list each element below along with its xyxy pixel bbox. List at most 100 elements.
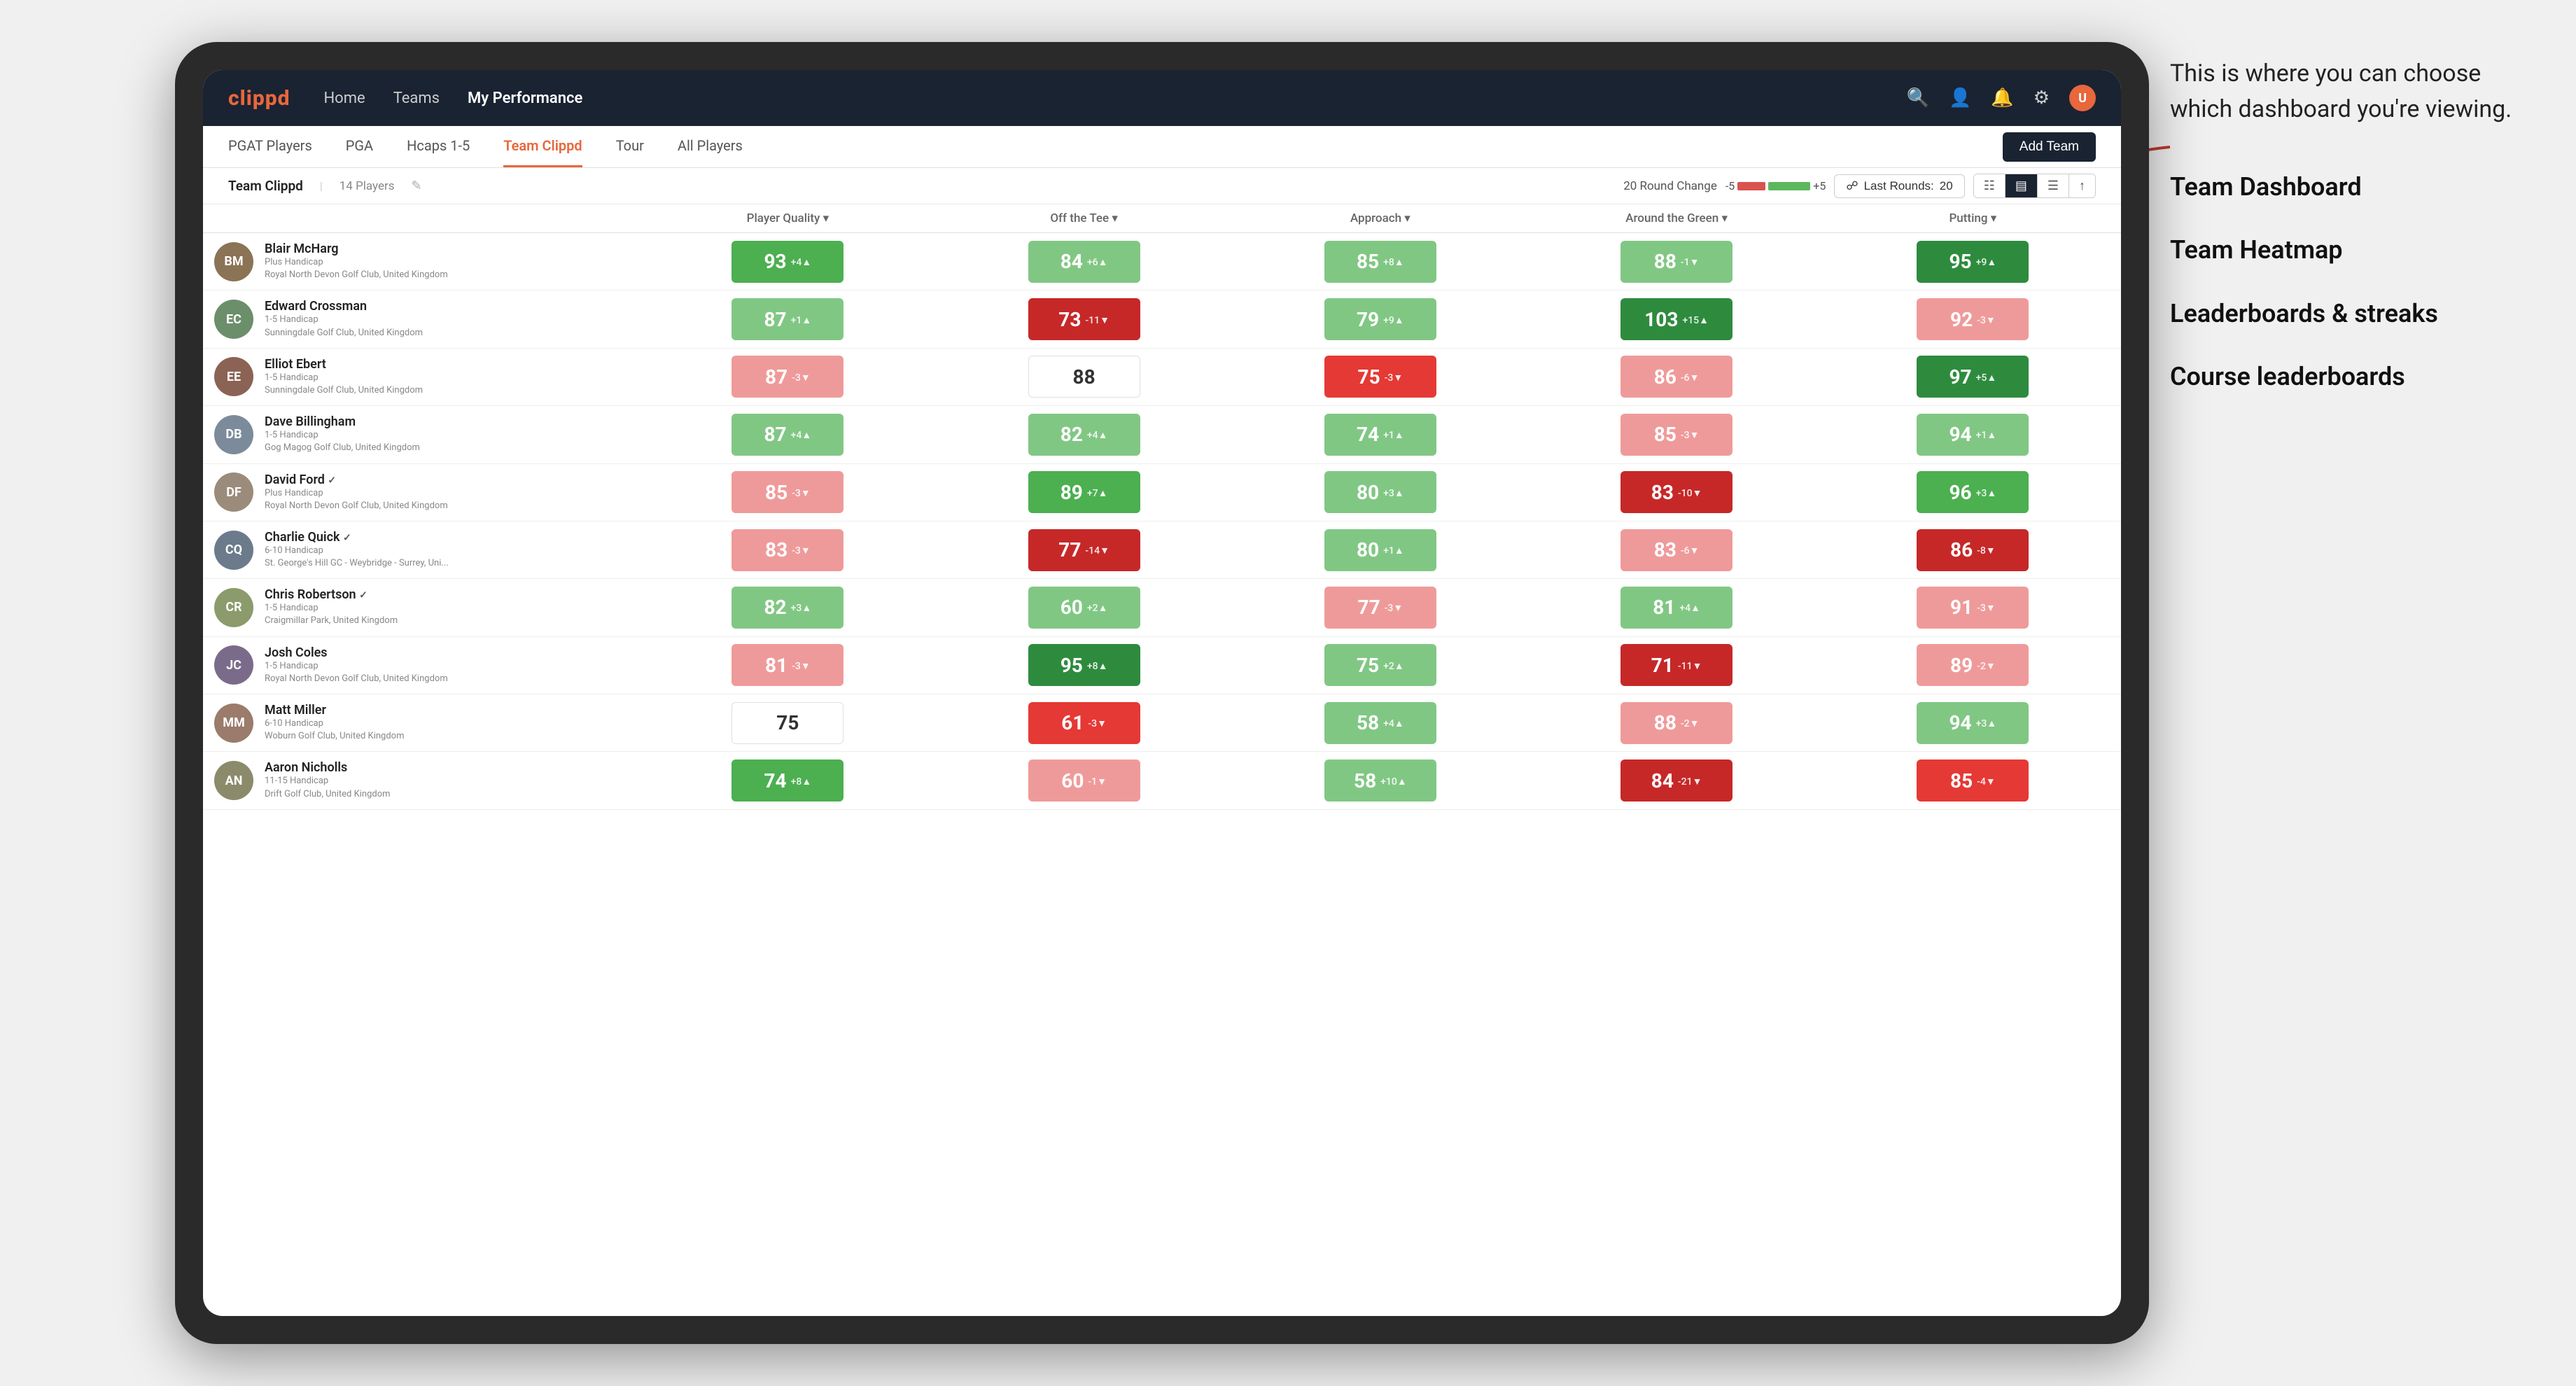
metric-cell-quality-2: 87 -3▼	[640, 348, 936, 405]
subnav-hcaps[interactable]: Hcaps 1-5	[407, 126, 470, 167]
metric-box-putting-4: 96 +3▲	[1917, 471, 2029, 513]
table-row[interactable]: EC Edward Crossman 1-5 Handicap Sunningd…	[203, 290, 2121, 348]
round-change-label: 20 Round Change	[1623, 179, 1717, 193]
player-name-7[interactable]: Josh Coles	[265, 645, 448, 660]
nav-link-teams[interactable]: Teams	[393, 90, 440, 107]
col-green[interactable]: Around the Green ▾	[1528, 204, 1824, 233]
metric-change: +4▲	[791, 256, 812, 268]
subnav-pgat[interactable]: PGAT Players	[228, 126, 312, 167]
metric-value: 95	[1949, 250, 1971, 273]
nav-link-myperformance[interactable]: My Performance	[468, 90, 582, 107]
metric-value: 89	[1950, 654, 1973, 677]
table-row[interactable]: DB Dave Billingham 1-5 Handicap Gog Mago…	[203, 406, 2121, 463]
metric-change: +8▲	[791, 776, 812, 788]
metric-value: 73	[1058, 308, 1081, 331]
col-approach[interactable]: Approach ▾	[1232, 204, 1528, 233]
metric-box-quality-4: 85 -3▼	[732, 471, 844, 513]
metric-box-quality-9: 74 +8▲	[732, 760, 844, 802]
last-rounds-button[interactable]: ☍ Last Rounds: 20	[1834, 174, 1964, 198]
nav-link-home[interactable]: Home	[323, 90, 365, 107]
player-club-9: Drift Golf Club, United Kingdom	[265, 788, 391, 801]
metric-box-putting-2: 97 +5▲	[1917, 356, 2029, 398]
metric-value: 75	[1357, 654, 1379, 677]
table-row[interactable]: AN Aaron Nicholls 11-15 Handicap Drift G…	[203, 752, 2121, 809]
player-handicap-4: Plus Handicap	[265, 487, 448, 500]
metric-value: 81	[1653, 596, 1675, 619]
metric-change: -6▼	[1681, 372, 1700, 384]
metric-box-tee-1: 73 -11▼	[1028, 298, 1140, 340]
annotation-item-2: Team Heatmap	[2170, 232, 2534, 267]
subnav-teamclippd[interactable]: Team Clippd	[503, 126, 582, 167]
table-row[interactable]: BM Blair McHarg Plus Handicap Royal Nort…	[203, 233, 2121, 290]
col-tee[interactable]: Off the Tee ▾	[936, 204, 1232, 233]
view-heatmap-button[interactable]: ▤	[2005, 174, 2038, 197]
metric-cell-quality-9: 74 +8▲	[640, 752, 936, 809]
user-avatar[interactable]: U	[2069, 85, 2096, 111]
player-info-5: Charlie Quick ✓ 6-10 Handicap St. George…	[265, 530, 449, 570]
edit-icon[interactable]: ✎	[412, 178, 422, 193]
table-row[interactable]: CR Chris Robertson ✓ 1-5 Handicap Craigm…	[203, 579, 2121, 636]
person-icon[interactable]: 👤	[1949, 88, 1971, 108]
view-export-button[interactable]: ↑	[2069, 174, 2095, 197]
player-club-3: Gog Magog Golf Club, United Kingdom	[265, 442, 420, 454]
table-row[interactable]: EE Elliot Ebert 1-5 Handicap Sunningdale…	[203, 348, 2121, 405]
player-handicap-6: 1-5 Handicap	[265, 602, 398, 615]
player-info-9: Aaron Nicholls 11-15 Handicap Drift Golf…	[265, 760, 391, 800]
metric-cell-green-8: 88 -2▼	[1528, 694, 1824, 752]
metric-value: 87	[764, 308, 786, 331]
tablet-screen: clippd Home Teams My Performance 🔍 👤 🔔 ⚙…	[203, 70, 2121, 1316]
metric-box-putting-9: 85 -4▼	[1917, 760, 2029, 802]
subnav-tour[interactable]: Tour	[616, 126, 644, 167]
metric-cell-approach-8: 58 +4▲	[1232, 694, 1528, 752]
player-name-6[interactable]: Chris Robertson ✓	[265, 587, 398, 602]
player-name-4[interactable]: David Ford ✓	[265, 472, 448, 487]
player-avatar-6: CR	[214, 588, 253, 627]
col-putting[interactable]: Putting ▾	[1825, 204, 2121, 233]
table-row[interactable]: MM Matt Miller 6-10 Handicap Woburn Golf…	[203, 694, 2121, 752]
metric-value: 75	[776, 711, 799, 734]
bell-icon[interactable]: 🔔	[1991, 88, 2013, 108]
view-grid-button[interactable]: ☷	[1974, 174, 2005, 197]
metric-box-green-0: 88 -1▼	[1620, 241, 1732, 283]
table-row[interactable]: JC Josh Coles 1-5 Handicap Royal North D…	[203, 636, 2121, 694]
view-list-button[interactable]: ☰	[2038, 174, 2069, 197]
metric-cell-green-6: 81 +4▲	[1528, 579, 1824, 636]
player-name-2[interactable]: Elliot Ebert	[265, 357, 423, 372]
table-row[interactable]: DF David Ford ✓ Plus Handicap Royal Nort…	[203, 463, 2121, 521]
metric-change: -1▼	[1681, 256, 1700, 268]
metric-box-tee-9: 60 -1▼	[1028, 760, 1140, 802]
player-name-1[interactable]: Edward Crossman	[265, 299, 423, 314]
metric-change: -11▼	[1678, 660, 1702, 672]
metric-value: 83	[765, 538, 788, 561]
player-club-8: Woburn Golf Club, United Kingdom	[265, 730, 405, 743]
search-icon[interactable]: 🔍	[1907, 88, 1929, 108]
metric-cell-quality-5: 83 -3▼	[640, 521, 936, 578]
metric-box-tee-2: 88	[1028, 356, 1140, 398]
verified-icon: ✓	[359, 590, 368, 601]
player-name-9[interactable]: Aaron Nicholls	[265, 760, 391, 775]
player-avatar-0: BM	[214, 242, 253, 281]
col-quality[interactable]: Player Quality ▾	[640, 204, 936, 233]
team-separator: |	[320, 179, 323, 192]
team-header-row: Team Clippd | 14 Players ✎ 20 Round Chan…	[203, 168, 2121, 204]
player-info-7: Josh Coles 1-5 Handicap Royal North Devo…	[265, 645, 448, 685]
subnav-allplayers[interactable]: All Players	[678, 126, 743, 167]
metric-value: 88	[1654, 711, 1676, 734]
metric-change: -3▼	[1385, 372, 1404, 384]
metric-box-quality-5: 83 -3▼	[732, 529, 844, 571]
player-name-8[interactable]: Matt Miller	[265, 703, 405, 718]
player-cell: MM Matt Miller 6-10 Handicap Woburn Golf…	[203, 694, 640, 752]
metric-box-putting-8: 94 +3▲	[1917, 702, 2029, 744]
player-cell: DF David Ford ✓ Plus Handicap Royal Nort…	[203, 463, 640, 521]
add-team-button[interactable]: Add Team	[2003, 132, 2096, 162]
player-name-5[interactable]: Charlie Quick ✓	[265, 530, 449, 545]
metric-value: 85	[1950, 769, 1973, 792]
player-name-0[interactable]: Blair McHarg	[265, 241, 448, 256]
subnav-pga[interactable]: PGA	[346, 126, 373, 167]
table-row[interactable]: CQ Charlie Quick ✓ 6-10 Handicap St. Geo…	[203, 521, 2121, 578]
metric-value: 93	[764, 250, 786, 273]
metric-value: 87	[765, 365, 788, 388]
settings-icon[interactable]: ⚙	[2033, 88, 2050, 108]
player-name-3[interactable]: Dave Billingham	[265, 414, 420, 429]
metric-value: 84	[1060, 250, 1083, 273]
